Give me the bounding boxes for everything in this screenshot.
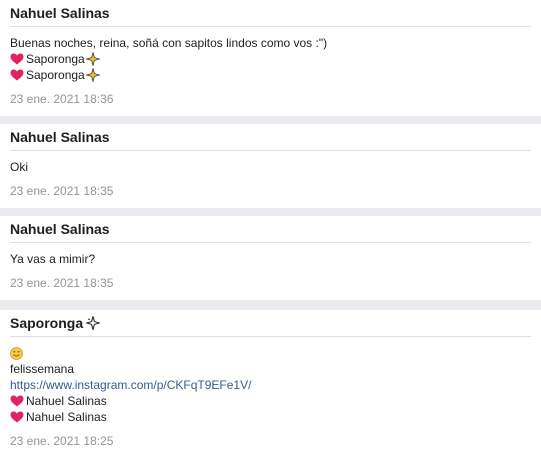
message-sender: Nahuel Salinas: [10, 0, 531, 27]
message-text: felissemana: [10, 362, 75, 376]
reaction-line: Saporonga: [10, 51, 531, 67]
smiling-face-icon: [10, 346, 23, 360]
red-heart-icon: [10, 53, 24, 65]
message-card: Nahuel Salinas Buenas noches, reina, soñ…: [0, 0, 541, 116]
red-heart-icon: [10, 69, 24, 81]
message-content: Buenas noches, reina, soñá con sapitos l…: [10, 27, 531, 107]
reaction-line: Saporonga: [10, 67, 531, 83]
sparkle-icon: [86, 316, 101, 330]
message-content: Oki 23 ene. 2021 18:35: [10, 151, 531, 199]
message-content: Ya vas a mimir? 23 ene. 2021 18:35: [10, 243, 531, 291]
reaction-line: Nahuel Salinas: [10, 409, 531, 425]
message-sender: Nahuel Salinas: [10, 124, 531, 151]
message-timestamp: 23 ene. 2021 18:25: [10, 434, 114, 448]
message-timestamp: 23 ene. 2021 18:35: [10, 184, 114, 198]
message-link-line: https://www.instagram.com/p/CKFqT9EFe1V/: [10, 377, 531, 393]
sparkle-icon: [85, 68, 100, 82]
message-timestamp: 23 ene. 2021 18:36: [10, 92, 114, 106]
reaction-user: Nahuel Salinas: [26, 394, 107, 408]
instagram-link[interactable]: https://www.instagram.com/p/CKFqT9EFe1V/: [10, 377, 251, 393]
reaction-line: Nahuel Salinas: [10, 393, 531, 409]
message-card: Nahuel Salinas Oki 23 ene. 2021 18:35: [0, 124, 541, 208]
message-timestamp: 23 ene. 2021 18:35: [10, 276, 114, 290]
sender-name: Saporonga: [10, 315, 84, 331]
message-content: felissemana https://www.instagram.com/p/…: [10, 337, 531, 449]
message-card: Saporonga felissemana https://www.instag…: [0, 310, 541, 451]
reaction-user: Saporonga: [26, 68, 85, 82]
message-feed: Nahuel Salinas Buenas noches, reina, soñ…: [0, 0, 541, 451]
message-card: Nahuel Salinas Ya vas a mimir? 23 ene. 2…: [0, 216, 541, 300]
sparkle-icon: [85, 52, 100, 66]
message-sender: Nahuel Salinas: [10, 216, 531, 243]
red-heart-icon: [10, 395, 24, 407]
message-sender: Saporonga: [10, 310, 531, 337]
reaction-user: Nahuel Salinas: [26, 410, 107, 424]
red-heart-icon: [10, 411, 24, 423]
message-text: Buenas noches, reina, soñá con sapitos l…: [10, 36, 328, 50]
sender-name: Nahuel Salinas: [10, 129, 110, 145]
sender-name: Nahuel Salinas: [10, 221, 110, 237]
message-text: Oki: [10, 160, 28, 174]
reaction-user: Saporonga: [26, 52, 85, 66]
emoji-line: [10, 345, 531, 361]
sender-name: Nahuel Salinas: [10, 5, 110, 21]
message-text: Ya vas a mimir?: [10, 252, 96, 266]
